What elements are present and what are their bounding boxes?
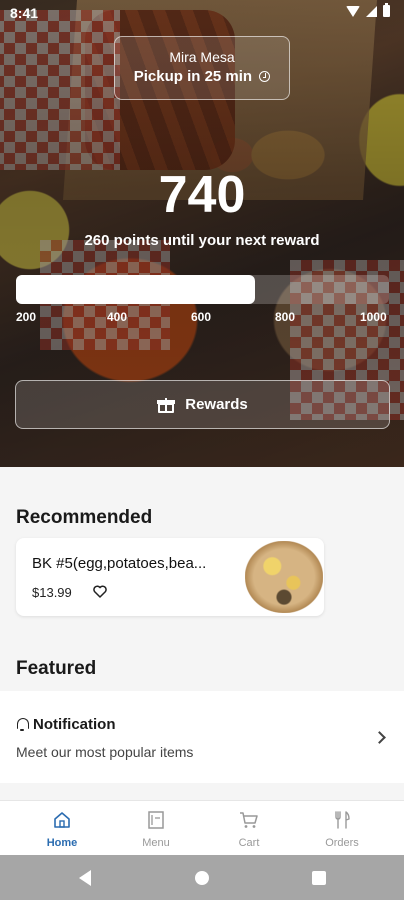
heart-icon[interactable] [93,585,107,598]
recommended-item-card[interactable]: BK #5(egg,potatoes,bea... $13.99 [16,538,324,616]
home-circle-icon[interactable] [195,871,209,885]
bottom-nav: Home Menu Cart Orders [0,800,404,855]
fork-knife-icon [335,811,350,829]
tick-label: 200 [16,310,37,324]
back-icon[interactable] [79,870,91,886]
rewards-button[interactable]: Rewards [15,380,390,429]
tick-label: 400 [107,310,128,324]
nav-cart[interactable]: Cart [209,801,289,856]
notification-title: Notification [33,716,116,733]
nav-menu[interactable]: Menu [116,801,196,856]
item-name: BK #5(egg,potatoes,bea... [32,555,207,572]
rewards-progress-bar [16,275,389,304]
notification-description: Meet our most popular items [16,744,194,760]
cart-icon [240,812,258,828]
bell-icon [16,718,29,731]
rewards-progress-ticks: 200 400 600 800 1000 [16,310,390,326]
menu-icon [148,811,164,829]
pickup-selector[interactable]: Mira Mesa Pickup in 25 min [114,36,290,100]
status-time: 8:41 [10,5,39,21]
wifi-icon [346,5,360,17]
system-nav-bar [0,855,404,900]
points-balance: 740 [158,166,246,224]
points-message: 260 points until your next reward [84,232,320,249]
nav-cart-label: Cart [238,837,260,849]
hero-banner: 8:41 Mira Mesa Pickup in 25 min 740 260 … [0,0,404,467]
signal-icon [366,5,377,17]
battery-icon [383,3,390,17]
rewards-button-label: Rewards [185,396,248,413]
nav-home[interactable]: Home [22,801,102,856]
tick-label: 600 [191,310,212,324]
item-price: $13.99 [32,585,72,600]
recents-icon[interactable] [312,871,326,885]
recommended-title: Recommended [16,507,153,528]
nav-orders-label: Orders [325,837,359,849]
pickup-time-label: Pickup in 25 min [133,68,253,85]
gift-icon [157,396,176,414]
featured-notification-card[interactable]: Notification Meet our most popular items [0,691,404,783]
nav-orders[interactable]: Orders [302,801,382,856]
status-bar: 8:41 [0,0,404,26]
tick-label: 1000 [360,310,387,324]
featured-title: Featured [16,658,97,679]
main-content: Recommended BK #5(egg,potatoes,bea... $1… [0,467,404,800]
store-name: Mira Mesa [169,49,235,65]
home-icon [54,812,70,828]
item-image [245,541,323,613]
tick-label: 800 [275,310,296,324]
nav-menu-label: Menu [142,837,170,849]
chevron-right-icon [373,731,386,744]
nav-home-label: Home [46,837,78,849]
clock-icon [259,71,271,82]
rewards-progress-fill [16,275,255,304]
